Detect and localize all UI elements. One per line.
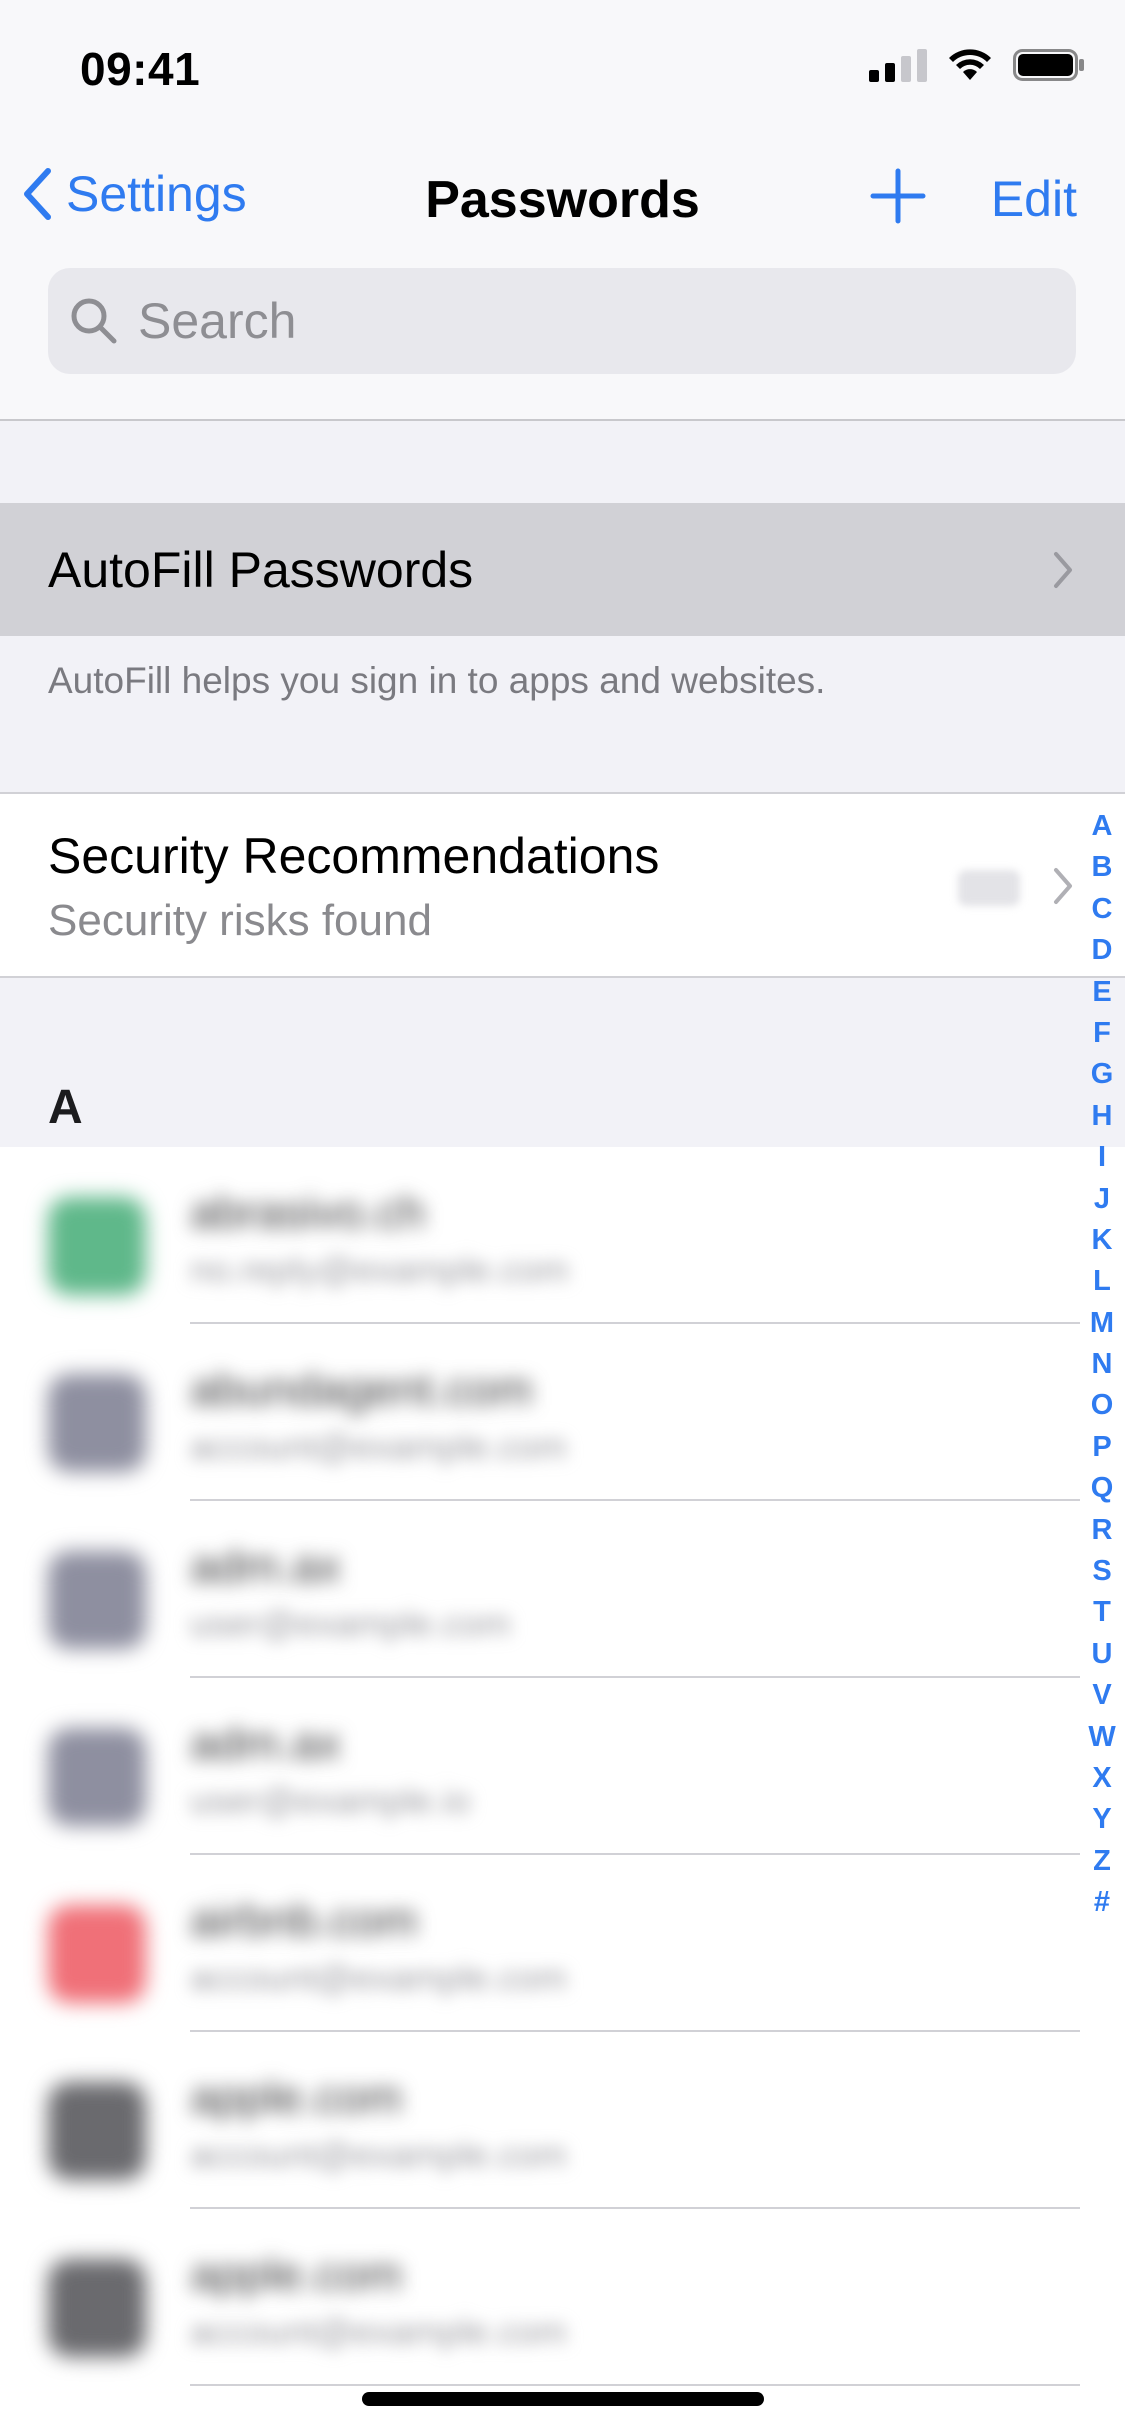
index-letter[interactable]: S [1092,1551,1111,1592]
index-letter[interactable]: Y [1092,1799,1111,1840]
account-name: no.reply@example.com [190,1249,569,1290]
search-icon [71,298,117,344]
list-item[interactable]: abundagent.com account@example.com [0,1324,1125,1501]
list-item[interactable]: abrasivo.ch no.reply@example.com [0,1147,1125,1324]
site-name: airbnb.com [190,1894,418,1946]
list-item[interactable]: adm.ax user@example.com [0,1501,1125,1678]
index-letter[interactable]: Q [1091,1468,1114,1509]
index-letter[interactable]: B [1092,847,1113,888]
index-letter[interactable]: T [1093,1592,1111,1633]
account-name: account@example.com [190,2134,567,2175]
autofill-passwords-row[interactable]: AutoFill Passwords [0,503,1125,636]
autofill-footer-text: AutoFill helps you sign in to apps and w… [48,660,826,701]
index-letter[interactable]: N [1092,1344,1113,1385]
index-letter[interactable]: Z [1093,1841,1111,1882]
section-header: A [48,1081,83,1134]
site-name: abrasivo.ch [190,1186,426,1238]
site-icon [48,1905,146,2003]
index-letter[interactable]: A [1092,806,1113,847]
list-item[interactable]: apple.com account@example.com [0,2032,1125,2209]
add-password-button[interactable] [870,168,926,229]
index-letter[interactable]: P [1092,1427,1111,1468]
security-recommendations-subtitle: Security risks found [48,896,432,945]
account-name: user@example.com [190,1603,511,1644]
site-name: abundagent.com [190,1363,533,1415]
section-index[interactable]: A B C D E F G H I J K L M N O P Q R S T U V W X Y Z # [1084,806,1120,1924]
index-letter[interactable]: F [1093,1013,1111,1054]
list-item[interactable]: apple.com account@example.com [0,2209,1125,2386]
site-icon [48,1374,146,1472]
index-letter[interactable]: X [1092,1758,1111,1799]
search-field[interactable] [48,268,1076,374]
site-icon [48,1551,146,1649]
chevron-right-icon [1054,868,1072,904]
account-name: user@example.io [190,1780,471,1821]
battery-icon [1013,49,1084,81]
navigation-header: 09:41 Settings Passwords Edit [0,0,1125,421]
site-name: adm.ax [190,1540,341,1592]
status-time: 09:41 [80,43,201,95]
list-item[interactable]: adm.ax user@example.io [0,1678,1125,1855]
row-separator [190,2384,1080,2386]
account-name: account@example.com [190,1426,567,1467]
security-count-badge [958,870,1020,906]
page-title: Passwords [425,171,700,229]
site-icon [48,2259,146,2357]
edit-button[interactable]: Edit [991,170,1077,228]
index-letter[interactable]: G [1091,1054,1114,1095]
autofill-passwords-label: AutoFill Passwords [48,541,474,598]
site-icon [48,1197,146,1295]
index-letter[interactable]: W [1088,1717,1115,1758]
account-name: account@example.com [190,2311,567,2352]
index-letter[interactable]: I [1098,1137,1106,1178]
index-letter[interactable]: E [1092,972,1111,1013]
index-letter[interactable]: U [1092,1634,1113,1675]
index-letter[interactable]: C [1092,889,1113,930]
index-letter[interactable]: J [1094,1179,1110,1220]
security-recommendations-row[interactable]: Security Recommendations Security risks … [0,792,1125,978]
index-letter[interactable]: H [1092,1096,1113,1137]
site-name: adm.ax [190,1717,341,1769]
index-letter[interactable]: R [1092,1510,1113,1551]
site-icon [48,2082,146,2180]
security-recommendations-title: Security Recommendations [48,828,660,884]
search-input[interactable] [138,292,1038,350]
index-letter[interactable]: O [1091,1385,1114,1426]
site-icon [48,1728,146,1826]
site-name: apple.com [190,2248,403,2300]
plus-icon [870,168,926,224]
status-icons [869,48,1085,82]
password-list: abrasivo.ch no.reply@example.com abundagen… [0,1147,1125,2436]
index-letter[interactable]: # [1094,1882,1110,1923]
index-letter[interactable]: D [1092,930,1113,971]
index-letter[interactable]: V [1092,1675,1111,1716]
cellular-signal-icon [869,48,927,82]
index-letter[interactable]: M [1090,1303,1114,1344]
account-name: account@example.com [190,1957,567,1998]
wifi-icon [949,49,991,80]
index-letter[interactable]: K [1092,1220,1113,1261]
home-indicator [362,2392,764,2406]
site-name: apple.com [190,2071,403,2123]
chevron-right-icon [1054,551,1072,588]
list-item[interactable]: airbnb.com account@example.com [0,1855,1125,2032]
index-letter[interactable]: L [1093,1261,1111,1302]
